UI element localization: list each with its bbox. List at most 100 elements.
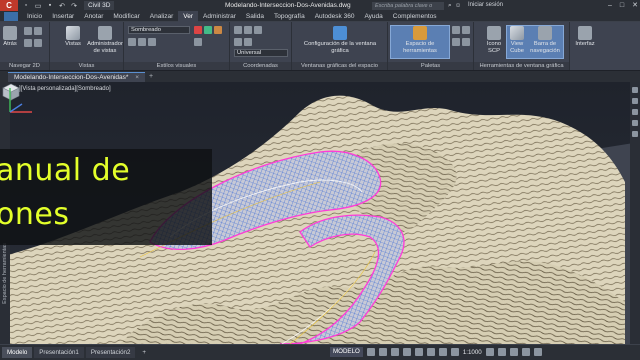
panel-coordinates-title: Coordenadas (230, 62, 291, 70)
tab-salida[interactable]: Salida (241, 11, 269, 22)
clean-screen-icon[interactable] (521, 348, 530, 356)
shade-orange-icon[interactable] (214, 26, 222, 34)
tools-icon (413, 26, 427, 40)
polar-icon[interactable] (402, 348, 411, 356)
workspace-gear-icon[interactable] (485, 348, 494, 356)
osnap-icon[interactable] (414, 348, 423, 356)
hardware-accel-icon[interactable] (509, 348, 518, 356)
redo-icon[interactable]: ↷ (70, 2, 78, 10)
nav-pan-icon[interactable] (632, 98, 638, 104)
back-button[interactable]: Atrás (2, 26, 18, 48)
views-button[interactable]: Vistas (64, 26, 82, 48)
tab-modificar[interactable]: Modificar (108, 11, 144, 22)
view-cube-button[interactable]: View Cube (507, 26, 527, 55)
silhouette-icon[interactable] (138, 38, 146, 46)
nav-orbit-icon[interactable] (632, 120, 638, 126)
ucs-y-icon[interactable] (244, 38, 252, 46)
viewport-config-icon (333, 26, 347, 40)
nav-bar-icon (538, 26, 552, 40)
otrack-icon[interactable] (426, 348, 435, 356)
shade-red-icon[interactable] (194, 26, 202, 34)
layers-icon[interactable] (462, 26, 470, 34)
layout-tab-2[interactable]: Presentación2 (85, 347, 136, 358)
tab-administrar[interactable]: Administrar (198, 11, 241, 22)
nav-wheel-icon[interactable] (632, 87, 638, 93)
steering-wheel-icon[interactable] (34, 39, 42, 47)
ucs-icon[interactable] (234, 26, 242, 34)
layout-tab-1[interactable]: Presentación1 (34, 347, 84, 358)
ucs-origin-icon[interactable] (244, 26, 252, 34)
signin-link[interactable]: Iniciar sesión (468, 0, 503, 11)
help-search-input[interactable]: Escriba palabra clave o frase (372, 1, 444, 17)
nav-showmotion-icon[interactable] (632, 131, 638, 137)
drawing-viewport[interactable]: [–][Vista personalizada][Sombreado] Espa… (0, 82, 640, 344)
zoom-icon[interactable] (34, 27, 42, 35)
tab-analizar[interactable]: Analizar (145, 11, 178, 22)
tab-anotar[interactable]: Anotar (79, 11, 108, 22)
customize-icon[interactable] (533, 348, 542, 356)
open-file-icon[interactable]: ▭ (34, 2, 42, 10)
ucs-3point-icon[interactable] (254, 26, 262, 34)
tab-autodesk-360[interactable]: Autodesk 360 (310, 11, 360, 22)
grid-icon[interactable] (366, 348, 375, 356)
window-controls: – □ ✕ (608, 0, 638, 11)
design-center-icon[interactable] (452, 38, 460, 46)
nav-zoom-icon[interactable] (632, 109, 638, 115)
nav-bar-button[interactable]: Barra de navegación (528, 26, 562, 55)
panel-window-tools-title: Herramientas de ventana gráfica (474, 62, 569, 70)
app-menu-icon[interactable] (4, 11, 18, 21)
maximize-button[interactable]: □ (620, 0, 624, 11)
shade-green-icon[interactable] (204, 26, 212, 34)
model-space-button[interactable]: MODELO (330, 347, 363, 357)
save-icon[interactable]: ▪ (46, 2, 54, 10)
annotation-scale[interactable]: 1:1000 (463, 349, 482, 356)
lighting-icon[interactable] (194, 38, 202, 46)
interface-button[interactable]: Interfaz (572, 26, 598, 48)
pan-icon[interactable] (24, 27, 32, 35)
title-icons: ⌕ ☺ (448, 0, 461, 11)
lineweight-icon[interactable] (438, 348, 447, 356)
user-icon[interactable]: ☺ (455, 0, 462, 11)
view-manager-button[interactable]: Administrador de vistas (86, 26, 124, 55)
snap-icon[interactable] (378, 348, 387, 356)
panel-palettes-title: Paletas (388, 62, 473, 70)
viewport-config-button[interactable]: Configuración de la ventana gráfica (302, 26, 378, 55)
tab-insertar[interactable]: Insertar (47, 11, 79, 22)
close-tab-icon[interactable]: × (135, 74, 139, 81)
ucs-icon-button[interactable]: Icono SCP (484, 26, 504, 55)
annotation-icon[interactable] (450, 348, 459, 356)
tab-ayuda[interactable]: Ayuda (359, 11, 387, 22)
new-tab-button[interactable]: + (149, 72, 153, 82)
ucs-x-icon[interactable] (234, 38, 242, 46)
doc-tab-active[interactable]: Modelando-Interseccion-Dos-Avenidas* × (8, 72, 146, 82)
title-bar: C ▫ ▭ ▪ ↶ ↷ Civil 3D Modelando-Intersecc… (0, 0, 640, 17)
tab-complementos[interactable]: Complementos (388, 11, 442, 22)
tab-topografia[interactable]: Topografía (269, 11, 310, 22)
edges-icon[interactable] (128, 38, 136, 46)
layout-tab-model[interactable]: Modelo (2, 347, 33, 358)
new-file-icon[interactable]: ▫ (22, 2, 30, 10)
view-cube-icon (510, 26, 524, 40)
tool-palettes-button[interactable]: Espacio de herramientas (392, 26, 448, 55)
app-menu-button[interactable]: C (0, 0, 18, 11)
workspace-selector[interactable]: Civil 3D (84, 1, 115, 10)
video-caption-overlay: anual de ones (0, 149, 212, 245)
orbit-icon[interactable] (24, 39, 32, 47)
add-layout-button[interactable]: + (137, 347, 151, 358)
ortho-icon[interactable] (390, 348, 399, 356)
isolate-icon[interactable] (497, 348, 506, 356)
panel-views: Vistas Administrador de vistas Vistas (50, 22, 124, 70)
close-button[interactable]: ✕ (632, 0, 638, 11)
panel-navigate-title: Navegar 2D (0, 62, 49, 70)
face-style-icon[interactable] (148, 38, 156, 46)
tab-inicio[interactable]: Inicio (22, 11, 47, 22)
search-icon[interactable]: ⌕ (448, 0, 452, 11)
minimize-button[interactable]: – (608, 0, 612, 11)
visual-style-select[interactable]: Sombreado (128, 26, 190, 34)
ribbon-tabs: Inicio Insertar Anotar Modificar Analiza… (0, 10, 640, 22)
properties-icon[interactable] (452, 26, 460, 34)
undo-icon[interactable]: ↶ (58, 2, 66, 10)
ucs-select[interactable]: Universal (234, 49, 288, 57)
calculator-icon[interactable] (462, 38, 470, 46)
tab-ver[interactable]: Ver (178, 10, 199, 22)
